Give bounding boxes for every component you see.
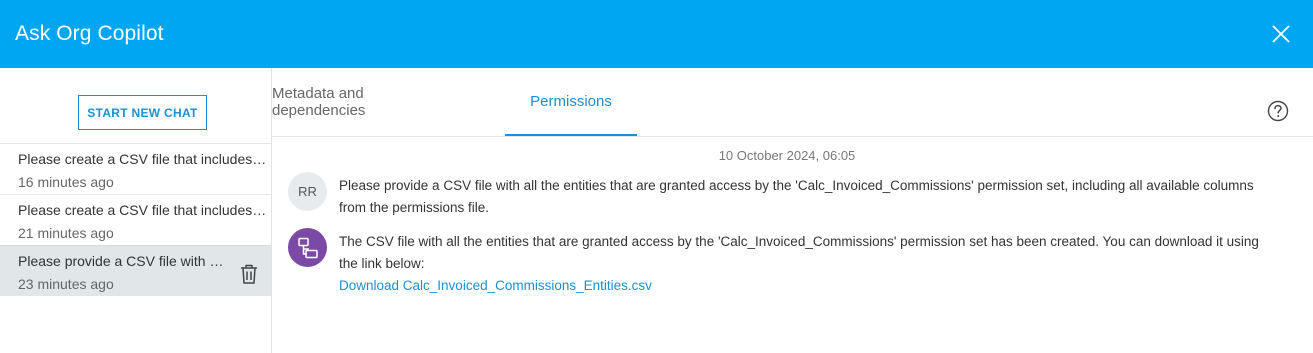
user-message-text: Please provide a CSV file with all the e… [339,178,1254,215]
chat-history-title: Please provide a CSV file with all the e… [18,253,226,269]
tab-metadata-dependencies[interactable]: Metadata and dependencies [272,68,450,136]
chat-history-title: Please create a CSV file that includes a… [18,202,268,218]
bot-message-body: The CSV file with all the entities that … [339,234,1259,271]
close-button[interactable] [1269,22,1293,46]
bot-message-text: The CSV file with all the entities that … [339,231,1279,297]
chat-sidebar: START NEW CHAT Please create a CSV file … [0,68,272,353]
bot-avatar [288,228,327,267]
chat-history-item-selected[interactable]: Please provide a CSV file with all the e… [0,245,271,296]
chat-history-time: 23 minutes ago [18,276,114,292]
user-avatar: RR [288,172,327,211]
chat-history-item[interactable]: Please create a CSV file that includes a… [0,143,271,194]
chat-history-item[interactable]: Please create a CSV file that includes a… [0,194,271,245]
tab-bar: Metadata and dependencies Permissions [272,68,1313,137]
close-icon [1272,25,1290,43]
chat-history-time: 16 minutes ago [18,174,114,190]
chat-history-list: Please create a CSV file that includes a… [0,143,271,296]
chat-history-time: 21 minutes ago [18,225,114,241]
tab-permissions[interactable]: Permissions [505,68,637,136]
chat-date: 10 October 2024, 06:05 [718,148,856,163]
start-new-chat-button[interactable]: START NEW CHAT [78,95,207,130]
delete-chat-button[interactable] [239,263,259,285]
copilot-icon [297,237,318,258]
help-button[interactable] [1267,100,1289,122]
trash-icon [241,264,257,284]
download-csv-link[interactable]: Download Calc_Invoiced_Commissions_Entit… [339,275,1279,297]
chat-history-title: Please create a CSV file that includes a… [18,151,268,167]
dialog-title: Ask Org Copilot [15,22,164,45]
dialog-header: Ask Org Copilot [0,0,1313,68]
chat-main: Metadata and dependencies Permissions 10… [272,68,1313,353]
help-icon [1267,100,1289,122]
